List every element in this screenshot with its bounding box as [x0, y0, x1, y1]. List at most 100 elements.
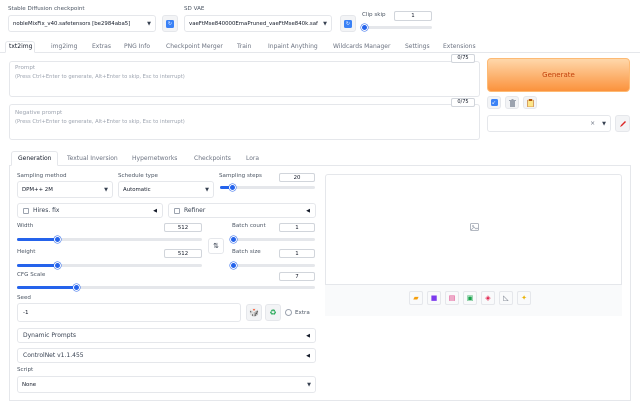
collapse-triangle-icon: ◀	[306, 332, 310, 339]
read-params-button[interactable]: ↙	[487, 96, 501, 109]
clip-skip-slider[interactable]	[360, 24, 432, 31]
generate-button[interactable]: Generate	[487, 58, 630, 92]
width-slider[interactable]	[17, 236, 202, 243]
batch-size-input[interactable]: 1	[279, 249, 315, 258]
clipboard-button[interactable]	[523, 96, 537, 109]
upscale-button[interactable]: ✦	[517, 291, 531, 305]
send-to-extras-button[interactable]: ◺	[499, 291, 513, 305]
checkpoint-value: nobleMixFix_v40.safetensors [be2984aba5]	[13, 20, 131, 27]
tab-lora[interactable]: Lora	[246, 155, 259, 162]
edit-styles-button[interactable]	[615, 115, 630, 132]
tab-png-info[interactable]: PNG Info	[124, 43, 150, 50]
schedule-type-dropdown[interactable]: Automatic ▼	[118, 181, 214, 198]
height-label: Height	[17, 249, 36, 255]
save-button[interactable]: ■	[427, 291, 441, 305]
prompt-placeholder: (Press Ctrl+Enter to generate, Alt+Enter…	[15, 74, 185, 80]
batch-count-thumb[interactable]	[229, 236, 237, 243]
refresh-vae-button[interactable]: ↻	[340, 15, 356, 32]
sampling-steps-thumb[interactable]	[228, 184, 236, 191]
refiner-label: Refiner	[184, 207, 206, 214]
clip-skip-input[interactable]: 1	[394, 11, 432, 21]
extra-seed-checkbox[interactable]	[285, 309, 292, 316]
script-dropdown[interactable]: None ▼	[17, 376, 316, 393]
styles-dropdown[interactable]: × ▼	[487, 115, 611, 132]
dynamic-prompts-accordion[interactable]: Dynamic Prompts ◀	[17, 328, 316, 343]
hires-fix-label: Hires. fix	[33, 207, 60, 214]
refiner-checkbox[interactable]	[174, 207, 180, 214]
tab-checkpoints[interactable]: Checkpoints	[194, 155, 231, 162]
trash-button[interactable]	[505, 96, 519, 109]
refresh-checkpoint-button[interactable]: ↻	[162, 15, 178, 32]
batch-size-label: Batch size	[232, 249, 261, 255]
height-slider[interactable]	[17, 262, 202, 269]
recycle-icon: ♻	[269, 308, 277, 317]
tab-inpaint-anything[interactable]: Inpaint Anything	[268, 43, 318, 50]
tab-textual-inversion[interactable]: Textual Inversion	[67, 155, 118, 162]
chevron-down-icon: ▼	[147, 20, 151, 27]
trash-icon	[508, 98, 516, 107]
batch-count-slider[interactable]	[229, 236, 315, 243]
picture-icon: ▣	[466, 294, 474, 302]
pencil-icon	[619, 120, 626, 127]
ruler-triangle-icon: ◺	[503, 294, 509, 302]
sampling-method-label: Sampling method	[17, 173, 67, 179]
tab-wildcards-manager[interactable]: Wildcards Manager	[333, 43, 390, 50]
clear-styles-icon[interactable]: ×	[590, 120, 595, 127]
controlnet-accordion[interactable]: ControlNet v1.1.455 ◀	[17, 348, 316, 363]
tab-extensions[interactable]: Extensions	[443, 43, 476, 50]
prompt-label: Prompt	[15, 65, 36, 71]
tab-train[interactable]: Train	[237, 43, 251, 50]
chevron-down-icon: ▼	[205, 186, 209, 193]
hires-fix-checkbox[interactable]	[23, 207, 29, 214]
controlnet-label: ControlNet v1.1.455	[23, 352, 84, 359]
tab-settings[interactable]: Settings	[405, 43, 430, 50]
batch-count-input[interactable]: 1	[279, 223, 315, 232]
arrow-diagonal-icon: ↙	[490, 99, 498, 106]
cfg-scale-label: CFG Scale	[17, 272, 46, 278]
send-to-img2img-button[interactable]: ▣	[463, 291, 477, 305]
cfg-scale-slider[interactable]	[17, 284, 315, 291]
cfg-scale-fill	[17, 286, 77, 289]
schedule-type-value: Automatic	[123, 186, 151, 193]
tab-txt2img[interactable]: txt2img	[9, 43, 32, 50]
sampling-steps-input[interactable]: 20	[279, 173, 315, 182]
random-seed-button[interactable]: 🎲	[246, 304, 262, 321]
batch-count-label: Batch count	[232, 223, 266, 229]
batch-size-thumb[interactable]	[229, 262, 237, 269]
extra-seed-label: Extra	[295, 310, 310, 316]
sampling-steps-slider[interactable]	[220, 184, 315, 191]
sampling-method-dropdown[interactable]: DPM++ 2M ▼	[17, 181, 113, 198]
sparkles-icon: ✦	[521, 294, 527, 302]
tab-checkpoint-merger[interactable]: Checkpoint Merger	[166, 43, 223, 50]
clip-skip-thumb[interactable]	[360, 24, 368, 31]
width-input[interactable]: 512	[164, 223, 202, 232]
seed-value: -1	[23, 309, 29, 316]
swap-dimensions-button[interactable]: ⇅	[208, 238, 224, 254]
send-to-inpaint-button[interactable]: ◈	[481, 291, 495, 305]
seed-input[interactable]: -1	[17, 303, 241, 322]
negative-prompt-textarea[interactable]: Negative prompt (Press Ctrl+Enter to gen…	[9, 104, 480, 140]
chevron-down-icon: ▼	[307, 381, 311, 388]
tab-generation[interactable]: Generation	[18, 155, 51, 162]
zip-button[interactable]: ▤	[445, 291, 459, 305]
collapse-triangle-icon: ◀	[306, 352, 310, 359]
reuse-seed-button[interactable]: ♻	[265, 304, 281, 321]
vae-dropdown[interactable]: vaeFtMse840000EmaPruned_vaeFtMse840k.saf…	[184, 15, 332, 32]
refresh-icon: ↻	[166, 19, 174, 28]
tab-extras[interactable]: Extras	[92, 43, 111, 50]
sub-tab-bar: Generation Textual Inversion Hypernetwor…	[9, 150, 631, 166]
checkpoint-dropdown[interactable]: nobleMixFix_v40.safetensors [be2984aba5]…	[8, 15, 156, 32]
tab-img2img[interactable]: img2img	[51, 43, 77, 50]
cfg-scale-input[interactable]: 7	[279, 272, 315, 281]
tab-hypernetworks[interactable]: Hypernetworks	[132, 155, 177, 162]
height-fill	[17, 264, 58, 267]
open-folder-button[interactable]: ▰	[409, 291, 423, 305]
width-fill	[17, 238, 58, 241]
batch-size-slider[interactable]	[229, 262, 315, 269]
archive-icon: ▤	[448, 294, 456, 302]
height-input[interactable]: 512	[164, 249, 202, 258]
prompt-textarea[interactable]: Prompt (Press Ctrl+Enter to generate, Al…	[9, 61, 480, 97]
width-label: Width	[17, 223, 34, 229]
hires-fix-accordion[interactable]: Hires. fix ◀	[17, 203, 163, 218]
refiner-accordion[interactable]: Refiner ◀	[168, 203, 316, 218]
